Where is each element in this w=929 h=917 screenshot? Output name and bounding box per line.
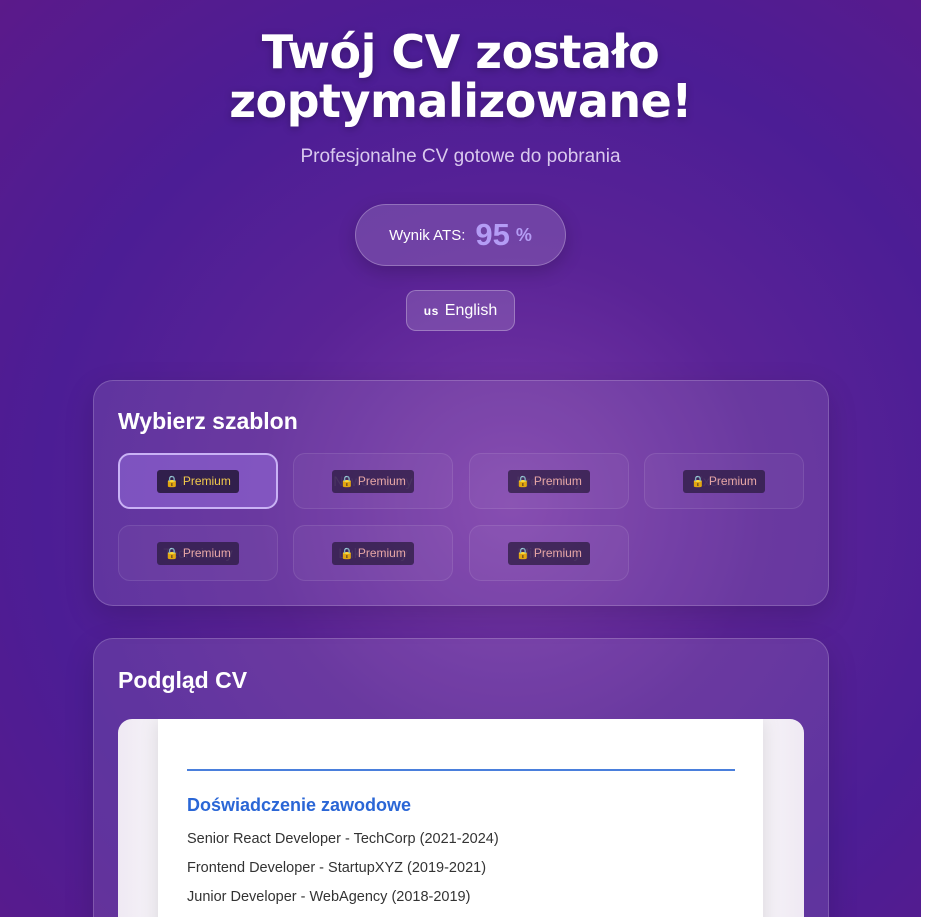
premium-badge-label: Premium	[357, 474, 406, 488]
lock-icon: 🔒	[691, 475, 705, 488]
premium-badge-label: Premium	[182, 546, 231, 560]
template-option-executive[interactable]: Executive 🔒 Premium	[644, 453, 804, 509]
template-option-luksusowy[interactable]: Luksusowy 🔒 Premium	[293, 525, 453, 581]
premium-badge: 🔒 Premium	[332, 469, 414, 493]
template-option-nowoczesny[interactable]: Nowoczesny 🔒 Premium	[293, 453, 453, 509]
lock-icon: 🔒	[340, 547, 354, 560]
cv-document: Doświadczenie zawodowe Senior React Deve…	[158, 719, 763, 917]
premium-badge-label: Premium	[182, 474, 231, 488]
premium-badge-label: Premium	[357, 546, 406, 560]
premium-badge: 🔒 Premium	[508, 541, 590, 565]
template-option-minimalny[interactable]: Minimalny 🔒 Premium	[469, 525, 629, 581]
premium-badge-label: Premium	[708, 474, 757, 488]
premium-badge: 🔒 Premium	[157, 541, 239, 565]
template-picker-heading: Wybierz szablon	[118, 408, 298, 434]
template-option-techniczny[interactable]: Techniczny 🔒 Premium	[118, 525, 278, 581]
premium-badge: 🔒 Premium	[683, 469, 765, 493]
experience-item: Frontend Developer - StartupXYZ (2019-20…	[187, 860, 487, 876]
lock-icon: 🔒	[165, 475, 179, 488]
us-flag-icon: us	[423, 303, 439, 318]
ats-score-unit: %	[515, 224, 532, 245]
page-subtitle: Profesjonalne CV gotowe do pobrania	[300, 146, 621, 167]
premium-badge: 🔒 Premium	[332, 541, 414, 565]
premium-badge: 🔒 Premium	[157, 469, 239, 493]
premium-badge: 🔒 Premium	[508, 469, 590, 493]
template-option-pretty[interactable]: Pretty 🔒 Premium	[118, 453, 278, 509]
cv-preview-heading: Podgląd CV	[118, 667, 248, 693]
page-title: Twój CV zostało zoptymalizowane!	[229, 25, 692, 128]
template-option-kreatywny[interactable]: Kreatywny 🔒 Premium	[469, 453, 629, 509]
cv-preview-frame[interactable]: Doświadczenie zawodowe Senior React Deve…	[118, 719, 804, 917]
lock-icon: 🔒	[516, 475, 530, 488]
experience-section-title: Doświadczenie zawodowe	[187, 795, 412, 815]
template-picker-card: Wybierz szablon Pretty 🔒 Premium Nowocze…	[93, 380, 829, 606]
experience-item: Senior React Developer - TechCorp (2021-…	[187, 831, 499, 847]
lock-icon: 🔒	[340, 475, 354, 488]
hero: Twój CV zostało zoptymalizowane!	[0, 28, 921, 126]
cv-preview-card: Podgląd CV Doświadczenie zawodowe Senior…	[93, 638, 829, 917]
language-selector-button[interactable]: us English	[406, 290, 515, 331]
ats-score-label: Wynik ATS:	[389, 226, 466, 244]
section-divider	[187, 769, 735, 771]
ats-score-badge: Wynik ATS: 95 %	[355, 204, 566, 266]
premium-badge-label: Premium	[533, 546, 582, 560]
premium-badge-label: Premium	[533, 474, 582, 488]
language-label: English	[444, 301, 498, 319]
lock-icon: 🔒	[516, 547, 530, 560]
ats-score-value: 95	[475, 217, 510, 252]
viewport-edge	[921, 0, 929, 917]
lock-icon: 🔒	[165, 547, 179, 560]
experience-item: Junior Developer - WebAgency (2018-2019)	[187, 889, 471, 905]
